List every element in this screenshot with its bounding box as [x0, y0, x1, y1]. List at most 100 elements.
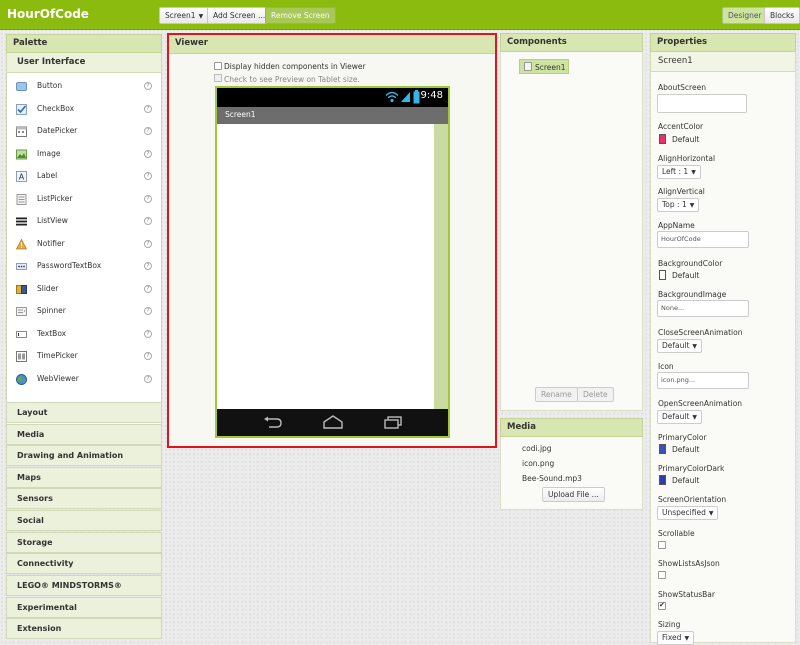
- listview-icon: [16, 217, 27, 226]
- help-icon[interactable]: ?: [144, 262, 152, 270]
- palette-item-label: Spinner: [37, 306, 66, 315]
- open-screen-animation-value: Default: [662, 412, 690, 421]
- help-icon[interactable]: ?: [144, 105, 152, 113]
- screen-title-bar: Screen1: [217, 107, 448, 124]
- display-hidden-checkbox[interactable]: [214, 62, 222, 70]
- palette-item-datepicker[interactable]: DatePicker ?: [7, 123, 161, 141]
- palette-category-media[interactable]: Media: [6, 424, 162, 445]
- primary-color-swatch[interactable]: [659, 444, 666, 454]
- scrollable-checkbox[interactable]: [658, 541, 666, 549]
- show-lists-as-json-checkbox[interactable]: [658, 571, 666, 579]
- screen-dropdown[interactable]: Screen1 ▼: [159, 7, 210, 24]
- recent-apps-icon[interactable]: [383, 416, 403, 429]
- palette-category-extension[interactable]: Extension: [6, 618, 162, 639]
- palette-item-webviewer[interactable]: WebViewer ?: [7, 371, 161, 389]
- media-file[interactable]: icon.png: [522, 459, 554, 468]
- palette-item-notifier[interactable]: Notifier ?: [7, 236, 161, 254]
- delete-button[interactable]: Delete: [577, 387, 614, 402]
- align-horizontal-dropdown[interactable]: Left : 1 ▼: [657, 165, 701, 179]
- palette-item-spinner[interactable]: Spinner ?: [7, 303, 161, 321]
- upload-file-button[interactable]: Upload File ...: [542, 487, 605, 502]
- about-screen-input[interactable]: [657, 94, 747, 113]
- palette-item-timepicker[interactable]: TimePicker ?: [7, 348, 161, 366]
- signal-icon: [401, 92, 410, 102]
- help-icon[interactable]: ?: [144, 127, 152, 135]
- primary-color-dark-value[interactable]: Default: [672, 476, 699, 485]
- open-screen-animation-dropdown[interactable]: Default ▼: [657, 410, 703, 424]
- accent-color-label: AccentColor: [658, 122, 704, 131]
- icon-input[interactable]: icon.png...: [657, 372, 749, 389]
- screen-scrollbar[interactable]: [434, 124, 448, 409]
- remove-screen-button[interactable]: Remove Screen: [265, 7, 336, 24]
- background-color-value[interactable]: Default: [672, 271, 699, 280]
- slider-icon: [16, 285, 27, 294]
- tablet-preview-checkbox[interactable]: [214, 74, 222, 82]
- add-screen-button[interactable]: Add Screen ...: [207, 7, 272, 24]
- palette-category-drawing-animation[interactable]: Drawing and Animation: [6, 445, 162, 466]
- palette-item-label: DatePicker: [37, 126, 78, 135]
- palette-category-layout[interactable]: Layout: [6, 402, 162, 423]
- palette-category-storage[interactable]: Storage: [6, 532, 162, 553]
- primary-color-dark-swatch[interactable]: [659, 475, 666, 485]
- palette-category-connectivity[interactable]: Connectivity: [6, 553, 162, 574]
- accent-color-value[interactable]: Default: [672, 135, 699, 144]
- help-icon[interactable]: ?: [144, 195, 152, 203]
- align-vertical-dropdown[interactable]: Top : 1 ▼: [657, 198, 700, 212]
- help-icon[interactable]: ?: [144, 172, 152, 180]
- screen-orientation-dropdown[interactable]: Unspecified ▼: [657, 506, 719, 520]
- palette-item-listview[interactable]: ListView ?: [7, 213, 161, 231]
- help-icon[interactable]: ?: [144, 150, 152, 158]
- palette-item-button[interactable]: Button ?: [7, 78, 161, 96]
- close-screen-animation-label: CloseScreenAnimation: [658, 328, 743, 337]
- media-file[interactable]: codi.jpg: [522, 444, 552, 453]
- accent-color-swatch[interactable]: [659, 134, 666, 144]
- back-icon[interactable]: [263, 416, 283, 429]
- primary-color-value[interactable]: Default: [672, 445, 699, 454]
- palette-item-slider[interactable]: Slider ?: [7, 281, 161, 299]
- components-tree: Screen1 Rename Delete: [500, 52, 643, 411]
- chevron-down-icon: ▼: [708, 510, 714, 517]
- background-image-input[interactable]: None...: [657, 300, 749, 317]
- password-icon: [16, 263, 27, 270]
- palette-category-social[interactable]: Social: [6, 510, 162, 531]
- palette-category-maps[interactable]: Maps: [6, 467, 162, 488]
- help-icon[interactable]: ?: [144, 330, 152, 338]
- app-name-input[interactable]: HourOfCode: [657, 231, 749, 248]
- show-status-bar-checkbox[interactable]: [658, 601, 666, 610]
- label-icon: A: [16, 171, 27, 182]
- blocks-button[interactable]: Blocks: [764, 7, 800, 24]
- screen-title: Screen1: [225, 110, 256, 119]
- palette-item-label-component[interactable]: A Label ?: [7, 168, 161, 186]
- home-icon[interactable]: [322, 415, 344, 429]
- help-icon[interactable]: ?: [144, 240, 152, 248]
- palette-item-label: CheckBox: [37, 104, 75, 113]
- chevron-down-icon: ▼: [689, 202, 695, 209]
- palette-category-lego[interactable]: LEGO® MINDSTORMS®: [6, 575, 162, 596]
- help-icon[interactable]: ?: [144, 352, 152, 360]
- help-icon[interactable]: ?: [144, 82, 152, 90]
- phone-preview[interactable]: 9:48 Screen1: [215, 86, 450, 438]
- chevron-down-icon: ▼: [684, 635, 690, 642]
- palette-item-listpicker[interactable]: ListPicker ?: [7, 191, 161, 209]
- palette-category-user-interface[interactable]: User Interface: [6, 53, 162, 73]
- palette-item-passwordtextbox[interactable]: PasswordTextBox ?: [7, 258, 161, 276]
- palette-item-image[interactable]: Image ?: [7, 146, 161, 164]
- battery-icon: [413, 90, 420, 104]
- tree-item-label: Screen1: [535, 63, 566, 72]
- palette-panel: Palette User Interface Button ? CheckBox…: [6, 34, 162, 640]
- palette-item-checkbox[interactable]: CheckBox ?: [7, 101, 161, 119]
- tree-item-screen1[interactable]: Screen1: [519, 59, 569, 74]
- help-icon[interactable]: ?: [144, 375, 152, 383]
- palette-item-textbox[interactable]: TextBox ?: [7, 326, 161, 344]
- background-color-swatch[interactable]: [659, 270, 666, 280]
- help-icon[interactable]: ?: [144, 217, 152, 225]
- help-icon[interactable]: ?: [144, 307, 152, 315]
- close-screen-animation-dropdown[interactable]: Default ▼: [657, 339, 703, 353]
- media-file[interactable]: Bee-Sound.mp3: [522, 474, 582, 483]
- designer-button[interactable]: Designer: [722, 7, 768, 24]
- palette-item-label: TextBox: [37, 329, 67, 338]
- help-icon[interactable]: ?: [144, 285, 152, 293]
- rename-button[interactable]: Rename: [535, 387, 578, 402]
- palette-category-sensors[interactable]: Sensors: [6, 488, 162, 509]
- palette-category-experimental[interactable]: Experimental: [6, 597, 162, 618]
